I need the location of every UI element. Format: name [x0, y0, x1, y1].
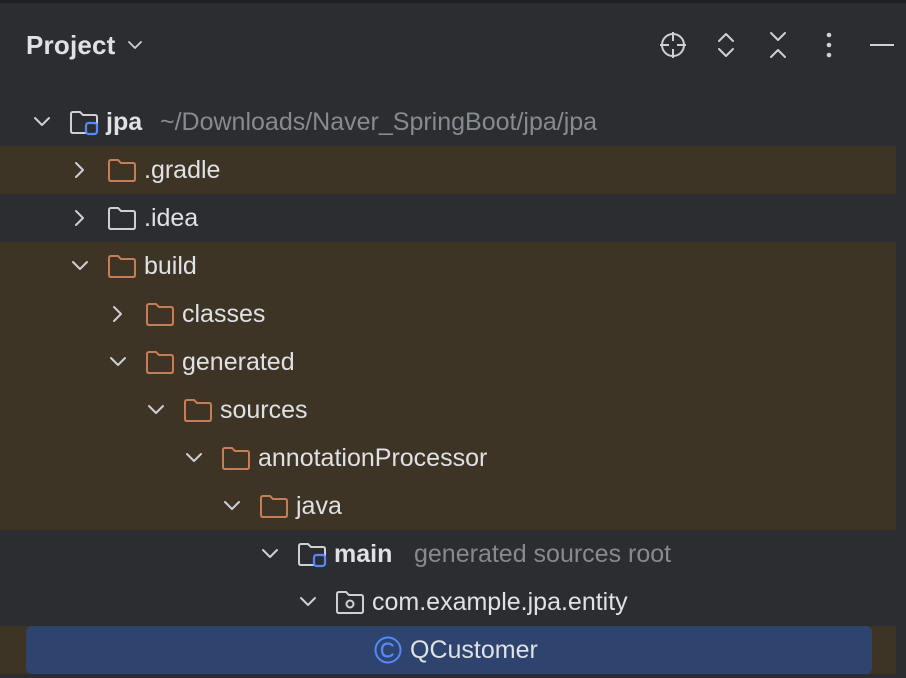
tree-node-label: .idea	[144, 204, 199, 232]
tree-node-label: main	[334, 540, 393, 568]
chevron-down-icon	[127, 41, 142, 49]
folder-icon	[108, 207, 136, 230]
tree-node-label: com.example.jpa.entity	[372, 588, 628, 616]
package-icon	[336, 591, 364, 614]
chevron-down-icon[interactable]	[298, 592, 318, 612]
tree-node-path-hint: ~/Downloads/Naver_SpringBoot/jpa/jpa	[160, 108, 598, 136]
tree-node-label: sources	[220, 396, 308, 424]
tree-node-label: generated	[182, 348, 295, 376]
excluded-folder-icon	[222, 447, 250, 470]
tree-node-annotation-processor[interactable]: annotationProcessor	[0, 434, 896, 482]
tree-node-label: QCustomer	[410, 636, 538, 664]
minimize-icon[interactable]	[866, 29, 898, 61]
tree-node-jpa-root[interactable]: jpa ~/Downloads/Naver_SpringBoot/jpa/jpa	[0, 98, 896, 146]
tool-window-title: Project	[26, 29, 116, 60]
excluded-folder-icon	[146, 303, 174, 326]
tree-node-sources[interactable]: sources	[0, 386, 896, 434]
tree-node-label: java	[296, 492, 342, 520]
chevron-down-icon[interactable]	[222, 496, 242, 516]
tree-node-classes[interactable]: classes	[0, 290, 896, 338]
chevron-down-icon[interactable]	[70, 256, 90, 276]
chevron-down-icon[interactable]	[260, 544, 280, 564]
excluded-folder-icon	[108, 159, 136, 182]
tree-node-hint: generated sources root	[414, 540, 672, 568]
tree-node-label: build	[144, 252, 197, 280]
more-options-icon[interactable]	[813, 29, 845, 61]
excluded-folder-icon	[146, 351, 174, 374]
excluded-folder-icon	[108, 255, 136, 278]
source-root-folder-icon	[298, 543, 327, 568]
tree-node-qcustomer[interactable]: QCustomer	[0, 626, 896, 674]
tree-node-label: .gradle	[144, 156, 221, 184]
tree-node-label: jpa	[106, 108, 143, 136]
project-view-selector[interactable]: Project	[26, 29, 144, 61]
chevron-right-icon[interactable]	[70, 208, 90, 228]
tree-node-generated[interactable]: generated	[0, 338, 896, 386]
chevron-down-icon[interactable]	[32, 112, 52, 132]
tree-node-gradle[interactable]: .gradle	[0, 146, 896, 194]
module-folder-icon	[70, 111, 99, 136]
tree-node-label: classes	[182, 300, 266, 328]
tree-node-build[interactable]: build	[0, 242, 896, 290]
tree-node-package[interactable]: com.example.jpa.entity	[0, 578, 896, 626]
chevron-down-icon[interactable]	[184, 448, 204, 468]
tree-node-idea[interactable]: .idea	[0, 194, 896, 242]
tool-window-header: Project	[0, 19, 906, 71]
tree-node-java[interactable]: java	[0, 482, 896, 530]
expand-all-icon[interactable]	[710, 29, 742, 61]
chevron-down-icon[interactable]	[146, 400, 166, 420]
chevron-down-icon[interactable]	[108, 352, 128, 372]
collapse-all-icon[interactable]	[762, 29, 794, 61]
project-tool-window: Project jpa ~/Downloads/Naver_SpringBoot…	[0, 3, 906, 678]
chevron-right-icon[interactable]	[108, 304, 128, 324]
tree-node-label: annotationProcessor	[258, 444, 488, 472]
excluded-folder-icon	[260, 495, 288, 518]
chevron-right-icon[interactable]	[70, 160, 90, 180]
locate-icon[interactable]	[657, 29, 689, 61]
class-icon	[374, 636, 402, 664]
tree-node-main[interactable]: main generated sources root	[0, 530, 896, 578]
excluded-folder-icon	[184, 399, 212, 422]
